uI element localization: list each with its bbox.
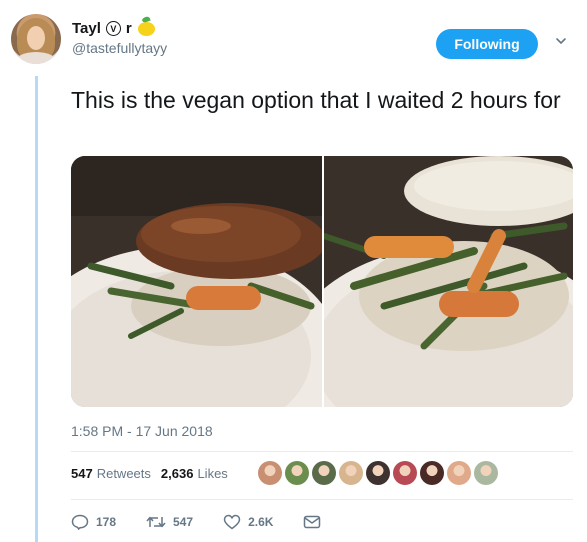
avatar-face [27, 26, 45, 50]
liker-avatar[interactable] [474, 461, 498, 485]
liker-avatar[interactable] [312, 461, 336, 485]
avatar[interactable] [11, 14, 61, 64]
likers-avatars [258, 461, 498, 485]
likes-stat[interactable]: 2,636 Likes [161, 466, 228, 481]
reply-count: 178 [96, 515, 117, 529]
like-count: 2.6K [248, 515, 274, 529]
retweets-label: Retweets [96, 466, 151, 481]
divider-bottom [71, 499, 573, 500]
tweet-text: This is the vegan option that I waited 2… [71, 87, 561, 113]
likes-count: 2,636 [160, 466, 194, 481]
heart-icon [223, 514, 241, 530]
thread-line [35, 76, 38, 542]
liker-avatar[interactable] [393, 461, 417, 485]
tweet-timestamp[interactable]: 1:58 PM - 17 Jun 2018 [71, 423, 213, 439]
retweets-stat[interactable]: 547 Retweets [71, 466, 151, 481]
user-name-row[interactable]: Tayl V r [72, 20, 155, 37]
following-button[interactable]: Following [436, 29, 538, 59]
liker-avatar[interactable] [447, 461, 471, 485]
tweet-media[interactable] [71, 156, 573, 407]
tweet-stats: 547 Retweets 2,636 Likes [71, 466, 238, 481]
liker-avatar[interactable] [366, 461, 390, 485]
tweet-actions: 178 547 2.6K [71, 514, 351, 530]
direct-message-action[interactable] [303, 515, 321, 529]
retweet-icon [146, 516, 166, 528]
retweet-action[interactable]: 547 [146, 514, 193, 530]
photo-sandwich-open[interactable] [322, 156, 573, 407]
display-name-part2: r [125, 20, 132, 37]
display-name-part1: Tayl [72, 20, 101, 37]
envelope-icon [304, 515, 321, 529]
user-handle[interactable]: @tastefullytayy [72, 40, 167, 56]
divider-top [71, 451, 573, 452]
retweet-count: 547 [173, 515, 194, 529]
photo-sandwich-closed[interactable] [71, 156, 322, 407]
lemon-emoji-icon [137, 21, 155, 36]
liker-avatar[interactable] [285, 461, 309, 485]
retweets-count: 547 [71, 466, 93, 481]
liker-avatar[interactable] [339, 461, 363, 485]
like-action[interactable]: 2.6K [223, 514, 273, 530]
likes-label: Likes [197, 466, 228, 481]
reply-action[interactable]: 178 [71, 514, 116, 530]
vegan-symbol-icon: V [105, 21, 121, 36]
chevron-down-icon[interactable] [555, 35, 567, 47]
reply-icon [71, 514, 89, 530]
liker-avatar[interactable] [258, 461, 282, 485]
liker-avatar[interactable] [420, 461, 444, 485]
